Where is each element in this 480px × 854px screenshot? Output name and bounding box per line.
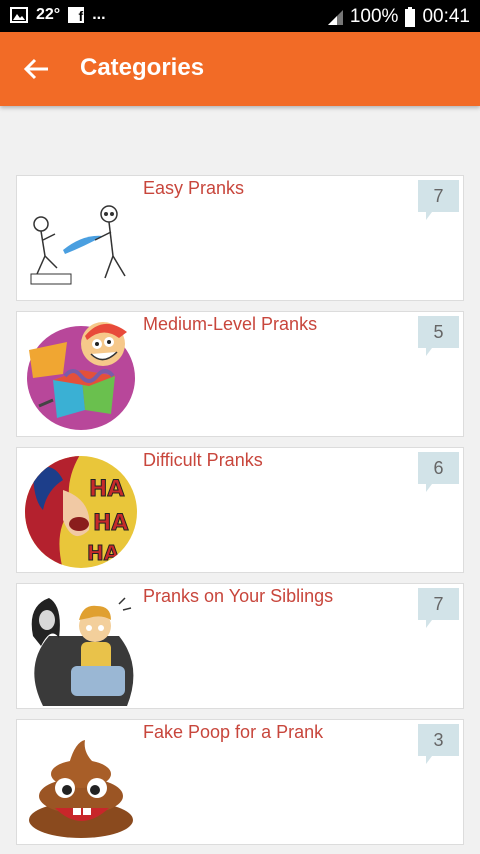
- category-title: Difficult Pranks: [143, 450, 263, 470]
- page-title: Categories: [80, 54, 205, 81]
- category-title: Medium-Level Pranks: [143, 314, 318, 334]
- svg-text:HA: HA: [89, 477, 124, 502]
- category-count: 3: [433, 730, 444, 750]
- category-title: Easy Pranks: [143, 178, 245, 198]
- category-count: 5: [433, 322, 444, 342]
- category-item-pranks-on-siblings[interactable]: Pranks on Your Siblings 7: [16, 583, 464, 709]
- temperature-text: 22°: [36, 6, 61, 23]
- category-count: 7: [433, 594, 444, 614]
- battery-icon: [405, 7, 416, 27]
- pop-art-laugh-image: HA HA HA: [23, 450, 139, 570]
- more-notifications-text: ...: [92, 6, 106, 23]
- poop-emoji-image: [23, 722, 139, 842]
- facebook-icon: f: [68, 7, 85, 23]
- category-item-difficult-pranks[interactable]: HA HA HA Difficult Pranks 6: [16, 447, 464, 573]
- back-arrow-icon[interactable]: [20, 52, 54, 86]
- app-toolbar: Categories: [0, 32, 480, 106]
- category-item-easy-pranks[interactable]: Easy Pranks 7: [16, 175, 464, 301]
- signal-icon: [327, 10, 343, 25]
- category-count: 7: [433, 186, 444, 206]
- jack-in-the-box-image: [23, 314, 139, 434]
- category-title: Pranks on Your Siblings: [143, 586, 334, 606]
- category-item-medium-level-pranks[interactable]: Medium-Level Pranks 5: [16, 311, 464, 437]
- scared-child-image: [23, 586, 139, 706]
- stick-figures-image: [23, 178, 139, 298]
- image-icon: [10, 7, 28, 23]
- category-title: Fake Poop for a Prank: [143, 722, 324, 742]
- svg-text:HA: HA: [93, 511, 128, 536]
- category-count: 6: [433, 458, 444, 478]
- status-bar: 22° f ... 100% 00:41: [0, 0, 480, 32]
- battery-percent: 100%: [349, 6, 399, 27]
- clock: 00:41: [422, 6, 470, 27]
- category-item-fake-poop[interactable]: Fake Poop for a Prank 3: [16, 719, 464, 845]
